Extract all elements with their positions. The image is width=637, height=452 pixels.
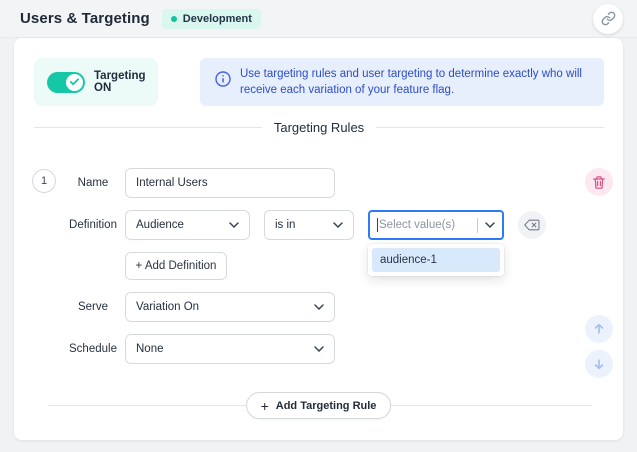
divider-line bbox=[376, 127, 604, 128]
rule-schedule-label: Schedule bbox=[66, 334, 120, 364]
attribute-select-value: Audience bbox=[136, 219, 184, 231]
move-rule-down-button[interactable] bbox=[585, 350, 613, 378]
clear-values-button[interactable] bbox=[518, 211, 546, 239]
chevron-down-icon bbox=[314, 346, 324, 352]
arrow-up-icon bbox=[593, 323, 605, 335]
targeting-info-text: Use targeting rules and user targeting t… bbox=[240, 66, 590, 98]
schedule-select[interactable]: None bbox=[125, 334, 335, 364]
text-cursor bbox=[377, 218, 378, 232]
chevron-down-icon bbox=[485, 222, 495, 228]
add-targeting-rule-button[interactable]: + Add Targeting Rule bbox=[246, 392, 392, 419]
environment-dot-icon bbox=[171, 16, 177, 22]
check-icon bbox=[70, 78, 79, 86]
chevron-down-icon bbox=[314, 304, 324, 310]
targeting-rules-divider: Targeting Rules bbox=[34, 120, 604, 135]
chevron-down-icon bbox=[333, 222, 343, 228]
page: Users & Targeting Development Targeting … bbox=[0, 0, 637, 452]
values-multiselect[interactable]: Select value(s) bbox=[368, 210, 504, 240]
targeting-toggle[interactable] bbox=[47, 72, 85, 93]
toggle-knob bbox=[66, 74, 83, 91]
add-targeting-rule-label: Add Targeting Rule bbox=[276, 400, 377, 412]
targeting-toggle-card: Targeting ON bbox=[34, 58, 158, 106]
rule-serve-label: Serve bbox=[66, 292, 120, 322]
operator-select-value: is in bbox=[275, 219, 295, 231]
page-title: Users & Targeting bbox=[20, 10, 150, 27]
operator-select[interactable]: is in bbox=[264, 210, 354, 240]
targeting-card: Targeting ON Use targeting rules and use… bbox=[14, 38, 623, 440]
targeting-rules-title: Targeting Rules bbox=[262, 120, 376, 135]
chevron-down-icon bbox=[229, 222, 239, 228]
link-icon bbox=[601, 11, 616, 26]
rule-name-label: Name bbox=[66, 168, 120, 198]
page-header: Users & Targeting Development bbox=[0, 0, 637, 38]
rule-definition-label: Definition bbox=[66, 210, 120, 240]
values-dropdown-menu: audience-1 bbox=[368, 244, 504, 276]
serve-select[interactable]: Variation On bbox=[125, 292, 335, 322]
select-separator bbox=[477, 218, 478, 233]
targeting-toggle-label: Targeting ON bbox=[94, 70, 158, 94]
info-icon bbox=[215, 71, 231, 87]
values-placeholder: Select value(s) bbox=[379, 219, 477, 231]
delete-rule-button[interactable] bbox=[585, 168, 613, 196]
copy-link-button[interactable] bbox=[593, 4, 623, 34]
serve-select-value: Variation On bbox=[136, 301, 199, 313]
environment-badge: Development bbox=[162, 9, 261, 29]
targeting-info-box: Use targeting rules and user targeting t… bbox=[200, 58, 604, 106]
schedule-select-value: None bbox=[136, 343, 164, 355]
arrow-down-icon bbox=[593, 358, 605, 370]
add-definition-button[interactable]: + Add Definition bbox=[125, 252, 227, 280]
attribute-select[interactable]: Audience bbox=[125, 210, 250, 240]
environment-badge-label: Development bbox=[183, 13, 252, 25]
rule-index-badge: 1 bbox=[32, 169, 56, 193]
plus-icon: + bbox=[261, 399, 269, 413]
move-rule-up-button[interactable] bbox=[585, 315, 613, 343]
divider-line bbox=[34, 127, 262, 128]
trash-icon bbox=[592, 175, 606, 190]
backspace-icon bbox=[524, 219, 540, 231]
rule-name-input[interactable] bbox=[125, 168, 335, 198]
dropdown-option[interactable]: audience-1 bbox=[372, 248, 500, 272]
